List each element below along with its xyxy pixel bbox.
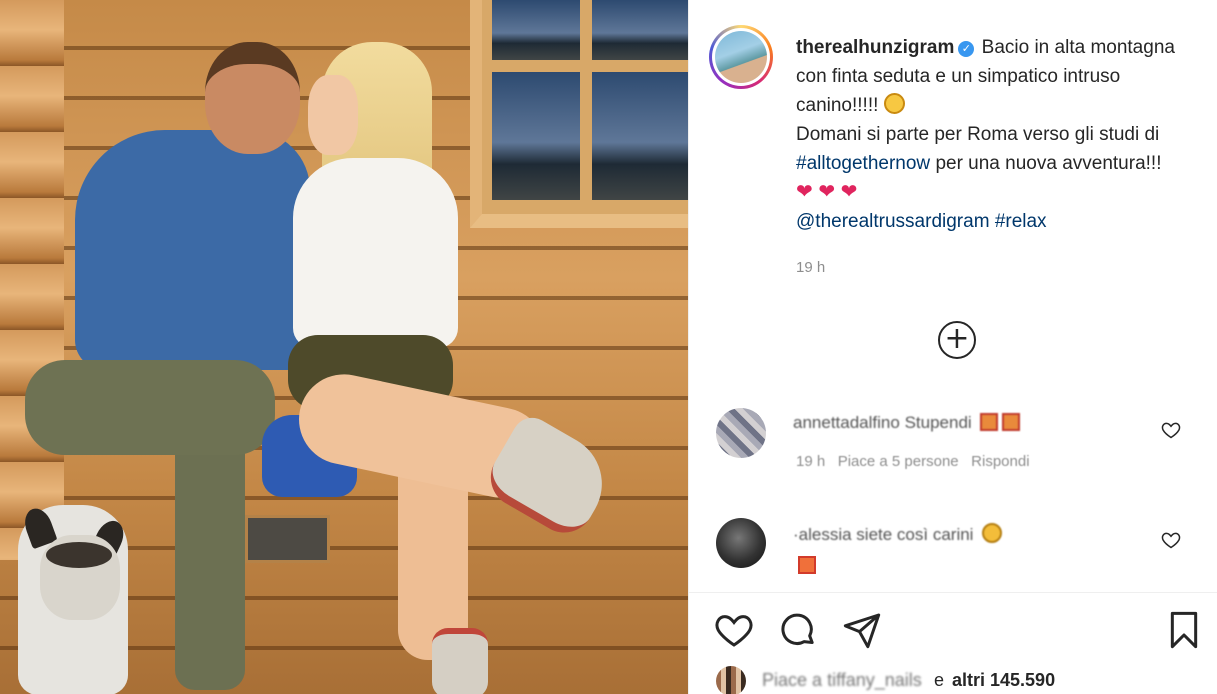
hashtag-link[interactable]: #alltogethernow <box>796 153 930 174</box>
comment-meta: 19 h Piace a 5 persone Rispondi <box>796 453 1030 470</box>
divider <box>689 592 1217 593</box>
hashtag-link[interactable]: #relax <box>995 211 1047 232</box>
divider <box>688 0 689 694</box>
liker-avatar[interactable] <box>716 666 746 694</box>
send-icon[interactable] <box>842 610 882 650</box>
comment-text: ·alessia siete così carini <box>793 523 1003 545</box>
heart-outline-icon[interactable] <box>1161 420 1181 440</box>
post-time[interactable]: 19 h <box>796 259 825 276</box>
comment-body: Stupendi <box>904 413 972 432</box>
man-head <box>205 42 300 154</box>
heart-outline-icon[interactable] <box>1161 530 1181 550</box>
likes-conjunction: e <box>934 670 945 690</box>
username-link[interactable]: therealhunzigram <box>796 37 954 58</box>
man-shirt <box>75 130 310 370</box>
comment-time[interactable]: 19 h <box>796 453 825 470</box>
comment-text: annettadalfino Stupendi <box>793 413 1021 433</box>
comment-bubble-icon[interactable] <box>778 610 818 650</box>
man-trousers <box>25 360 275 455</box>
commenter-avatar[interactable] <box>716 408 766 458</box>
instagram-post: therealhunzigram ✓ Bacio in alta montagna… <box>0 0 1217 694</box>
rofl-emoji-icon <box>883 93 905 114</box>
emoji-icon <box>982 523 1003 543</box>
caption-text: Domani si parte per Roma verso gli studi… <box>796 124 1160 145</box>
man-leg <box>175 420 245 690</box>
hearts-emoji-icon: ❤ ❤ ❤ <box>796 181 858 203</box>
cabin-log-corner <box>0 0 64 560</box>
post-photo[interactable] <box>0 0 688 694</box>
heart-icon[interactable] <box>714 610 754 650</box>
mention-link[interactable]: @therealtrussardigram <box>796 211 990 232</box>
caption-text: per una nuova avventura!!! <box>935 153 1162 174</box>
commenter-avatar[interactable] <box>716 518 766 568</box>
emoji-icon <box>798 556 816 574</box>
verified-badge-icon: ✓ <box>958 41 975 57</box>
woman-shirt <box>293 158 458 348</box>
reply-button[interactable]: Rispondi <box>971 453 1029 470</box>
comment-likes[interactable]: Piace a 5 persone <box>838 453 959 470</box>
avatar[interactable] <box>709 25 773 89</box>
commenter-username[interactable]: annettadalfino <box>793 413 900 432</box>
bookmark-icon[interactable] <box>1164 610 1204 650</box>
emoji-icon <box>1002 413 1021 431</box>
comment-body: ·alessia siete così carini <box>793 525 974 544</box>
likes-summary[interactable]: Piace a tiffany_nails e altri 145.590 <box>716 664 1216 694</box>
post-caption: therealhunzigram ✓ Bacio in alta montagna… <box>796 33 1176 236</box>
dog-mask <box>46 542 112 568</box>
plus-circle-icon[interactable]: + <box>938 321 976 359</box>
woman-face <box>308 75 358 155</box>
cabin-window <box>470 0 688 228</box>
woman-shoe <box>432 628 488 694</box>
emoji-icon <box>980 413 999 431</box>
likes-count[interactable]: altri 145.590 <box>952 670 1055 691</box>
liker-name[interactable]: Piace a tiffany_nails <box>762 670 922 691</box>
cabin-vent <box>245 515 330 563</box>
